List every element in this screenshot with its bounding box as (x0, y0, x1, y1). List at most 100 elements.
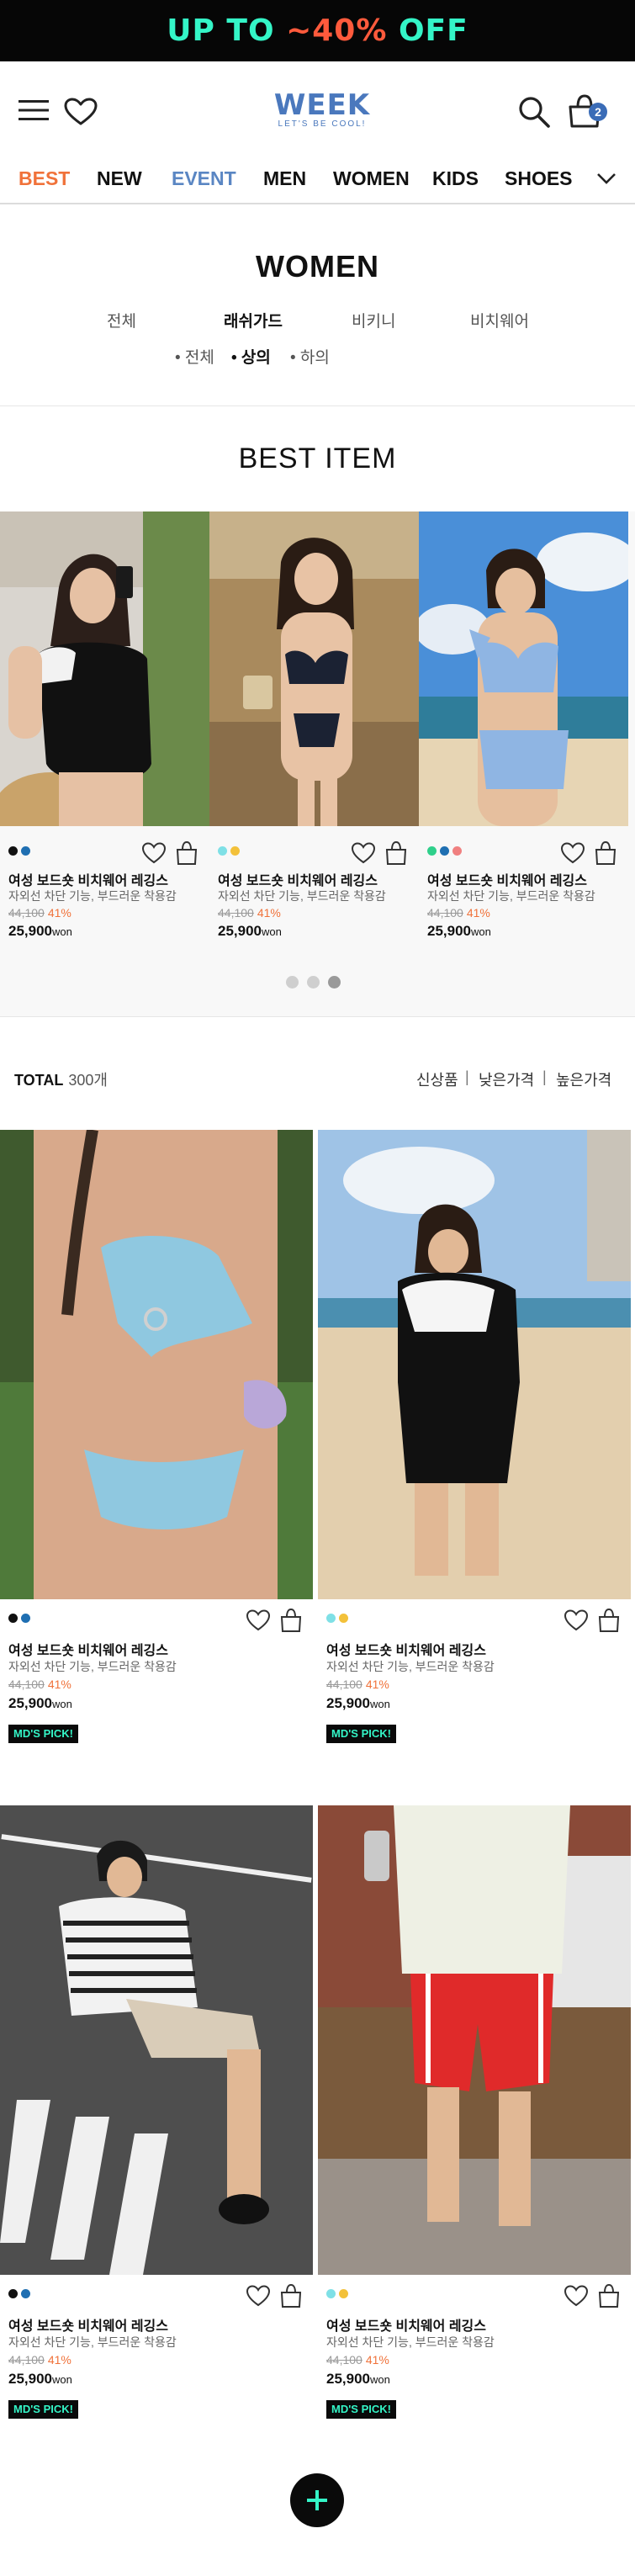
price-row: 44,100 41% (218, 906, 281, 920)
search-icon[interactable] (517, 95, 551, 129)
heart-icon[interactable] (141, 841, 167, 865)
color-swatches (218, 846, 240, 856)
color-swatch[interactable] (21, 2289, 30, 2298)
cart-count-badge: 2 (589, 103, 607, 121)
product-name[interactable]: 여성 보드숏 비치웨어 레깅스 (218, 869, 378, 889)
color-swatch[interactable] (8, 846, 18, 856)
original-price: 44,100 (8, 906, 45, 920)
tab-beachwear[interactable]: 비치웨어 (470, 309, 529, 331)
product-image[interactable] (0, 1130, 313, 1599)
color-swatch[interactable] (452, 846, 462, 856)
subtab-all[interactable]: • 전체 (175, 345, 214, 368)
color-swatch[interactable] (339, 2289, 348, 2298)
bag-icon[interactable] (278, 2283, 304, 2308)
bag-icon[interactable] (596, 2283, 622, 2308)
subtab-tops[interactable]: • 상의 (231, 345, 271, 368)
nav-item-kids[interactable]: KIDS (432, 167, 479, 190)
load-more-button[interactable] (290, 2473, 344, 2527)
carousel-dot[interactable] (307, 976, 320, 989)
heart-icon[interactable] (246, 2284, 271, 2308)
price-row: 44,100 41% (326, 1678, 389, 1691)
carousel-dot-active[interactable] (328, 976, 341, 989)
color-swatches (8, 846, 30, 856)
best-item-card[interactable]: 여성 보드숏 비치웨어 레깅스 자외선 차단 기능, 부드러운 착용감 44,1… (419, 511, 628, 949)
color-swatches (326, 1614, 348, 1623)
discount-rate: 41% (47, 2353, 71, 2367)
heart-icon[interactable] (564, 2284, 589, 2308)
product-card[interactable]: 여성 보드숏 비치웨어 레깅스 자외선 차단 기능, 부드러운 착용감 44,1… (0, 1130, 313, 1762)
plus-icon (307, 2490, 327, 2510)
product-name[interactable]: 여성 보드숏 비치웨어 레깅스 (326, 2314, 486, 2335)
nav-item-shoes[interactable]: SHOES (505, 167, 573, 190)
product-image[interactable] (419, 511, 628, 826)
color-swatch[interactable] (218, 846, 227, 856)
tab-bikini[interactable]: 비키니 (352, 309, 395, 331)
product-card[interactable]: 여성 보드숏 비치웨어 레깅스 자외선 차단 기능, 부드러운 착용감 44,1… (0, 1805, 313, 2438)
bag-icon[interactable] (596, 1608, 622, 1633)
carousel-dot[interactable] (286, 976, 299, 989)
sale-price: 25,900won (218, 923, 282, 939)
nav-item-women[interactable]: WOMEN (333, 167, 410, 190)
product-image[interactable] (318, 1805, 631, 2275)
bag-icon[interactable] (593, 840, 618, 866)
product-image[interactable] (318, 1130, 631, 1599)
color-swatch[interactable] (326, 2289, 336, 2298)
promo-text: UP TO ~40% OFF (167, 13, 468, 48)
product-name[interactable]: 여성 보드숏 비치웨어 레깅스 (8, 1639, 168, 1659)
color-swatch[interactable] (339, 1614, 348, 1623)
promo-banner[interactable]: UP TO ~40% OFF (0, 0, 635, 61)
bag-icon[interactable] (278, 1608, 304, 1633)
color-swatch[interactable] (8, 2289, 18, 2298)
nav-item-best[interactable]: BEST (19, 167, 70, 190)
heart-icon[interactable] (560, 841, 585, 865)
bag-icon[interactable] (384, 840, 409, 866)
subtab-bottoms[interactable]: • 하의 (290, 345, 330, 368)
color-swatch[interactable] (440, 846, 449, 856)
product-card[interactable]: 여성 보드숏 비치웨어 레깅스 자외선 차단 기능, 부드러운 착용감 44,1… (318, 1805, 631, 2438)
sale-price: 25,900won (427, 923, 491, 939)
color-swatch[interactable] (8, 1614, 18, 1623)
product-description: 자외선 차단 기능, 부드러운 착용감 (427, 889, 595, 903)
bag-icon[interactable] (174, 840, 199, 866)
product-description: 자외선 차단 기능, 부드러운 착용감 (8, 2335, 177, 2349)
product-name[interactable]: 여성 보드숏 비치웨어 레깅스 (427, 869, 587, 889)
heart-icon[interactable] (246, 1609, 271, 1632)
sale-price: 25,900won (326, 2371, 390, 2387)
product-image[interactable] (209, 511, 419, 826)
best-item-title: BEST ITEM (238, 443, 397, 474)
color-swatch[interactable] (230, 846, 240, 856)
logo[interactable]: WEEK LET'S BE COOL! (263, 91, 381, 133)
color-swatch[interactable] (21, 846, 30, 856)
original-price: 44,100 (427, 906, 463, 920)
product-name[interactable]: 여성 보드숏 비치웨어 레깅스 (8, 869, 168, 889)
product-name[interactable]: 여성 보드숏 비치웨어 레깅스 (8, 2314, 168, 2335)
product-image[interactable] (0, 1805, 313, 2275)
heart-icon[interactable] (351, 841, 376, 865)
color-swatch[interactable] (326, 1614, 336, 1623)
sort-price-low[interactable]: 낮은가격 (479, 1068, 534, 1090)
color-swatch[interactable] (427, 846, 437, 856)
tab-all[interactable]: 전체 (107, 309, 136, 331)
menu-icon[interactable] (19, 98, 49, 122)
nav-item-men[interactable]: MEN (263, 167, 306, 190)
product-card[interactable]: 여성 보드숏 비치웨어 레깅스 자외선 차단 기능, 부드러운 착용감 44,1… (318, 1130, 631, 1762)
divider (0, 1016, 635, 1017)
heart-icon[interactable] (64, 98, 98, 126)
md-pick-badge: MD'S PICK! (326, 2400, 396, 2419)
color-swatch[interactable] (21, 1614, 30, 1623)
nav-item-event[interactable]: EVENT (172, 167, 236, 190)
best-item-card[interactable]: 여성 보드숏 비치웨어 레깅스 자외선 차단 기능, 부드러운 착용감 44,1… (0, 511, 209, 949)
best-item-card[interactable]: 여성 보드숏 비치웨어 레깅스 자외선 차단 기능, 부드러운 착용감 44,1… (209, 511, 419, 949)
tab-rashguard[interactable]: 래쉬가드 (224, 309, 283, 331)
sale-price: 25,900won (8, 923, 72, 939)
discount-rate: 41% (466, 906, 490, 920)
sort-newest[interactable]: 신상품 (416, 1068, 458, 1090)
md-pick-badge: MD'S PICK! (8, 1725, 78, 1743)
heart-icon[interactable] (564, 1609, 589, 1632)
product-image[interactable] (0, 511, 209, 826)
product-name[interactable]: 여성 보드숏 비치웨어 레깅스 (326, 1639, 486, 1659)
original-price: 44,100 (326, 2353, 362, 2367)
nav-item-new[interactable]: NEW (97, 167, 142, 190)
chevron-down-icon[interactable] (595, 169, 617, 188)
sort-price-high[interactable]: 높은가격 (556, 1068, 611, 1090)
